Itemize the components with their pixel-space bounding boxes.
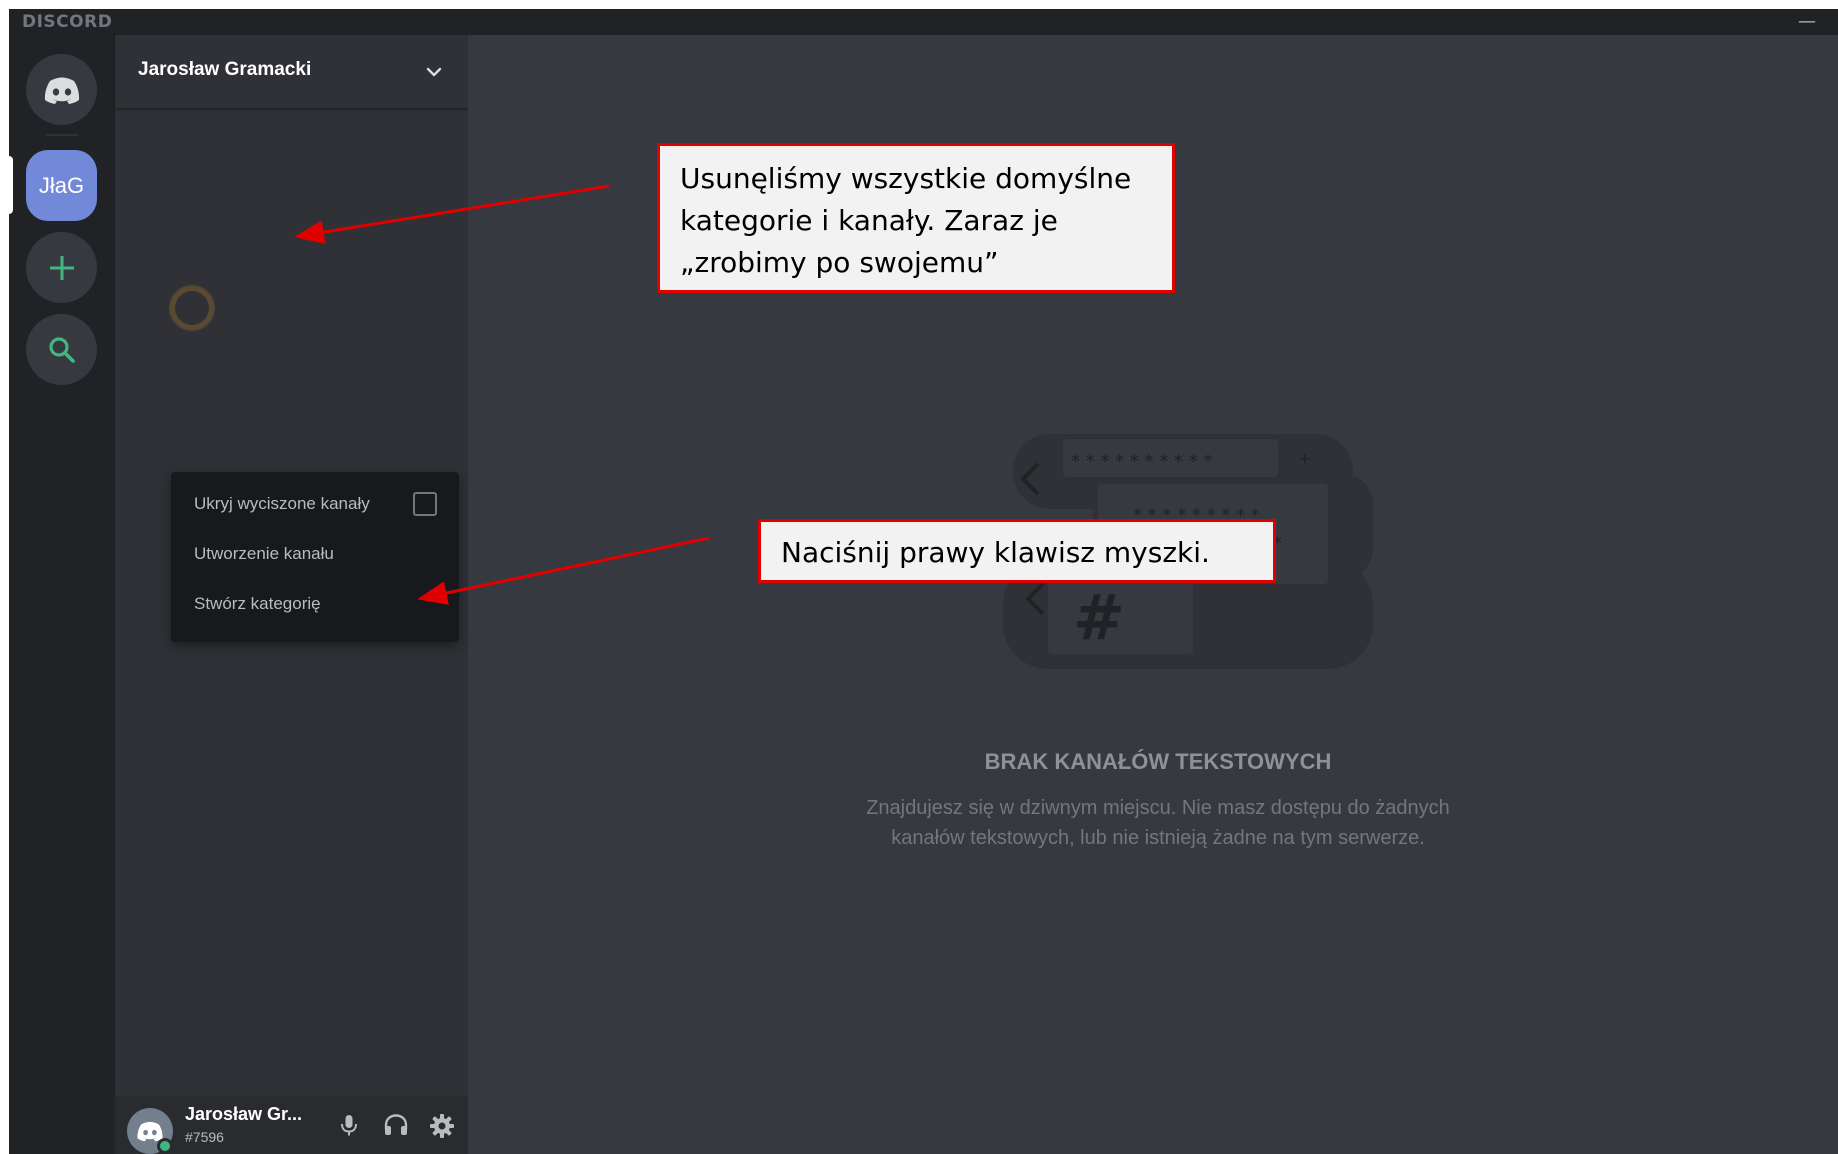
menu-item-create-category[interactable]: Stwórz kategorię (194, 594, 321, 614)
menu-item-hide-muted[interactable]: Ukryj wyciszone kanały (194, 494, 370, 514)
add-server-button[interactable] (26, 232, 97, 303)
server-icon-jlag[interactable]: JłaG (26, 150, 97, 221)
server-name: Jarosław Gramacki (138, 59, 312, 80)
callout-line-3: „zrobimy po swojemu” (680, 246, 999, 279)
menu-item-create-channel[interactable]: Utworzenie kanału (194, 544, 334, 564)
title-bar: DISCORD — (9, 9, 1838, 35)
callout-text: Naciśnij prawy klawisz myszki. (781, 536, 1210, 569)
svg-text:+: + (1298, 449, 1311, 468)
plus-icon (49, 255, 74, 280)
explore-servers-button[interactable] (26, 314, 97, 385)
svg-text:* * * * * * * * * *: * * * * * * * * * * (1071, 451, 1213, 472)
rail-separator (46, 134, 78, 136)
home-button[interactable] (26, 54, 97, 125)
active-server-indicator (9, 156, 13, 214)
callout-line-1: Usunęliśmy wszystkie domyślne (680, 162, 1132, 195)
user-panel: Jarosław Gr... #7596 (115, 1096, 468, 1154)
chevron-down-icon[interactable] (424, 62, 444, 82)
empty-state-line-1: Znajdujesz się w dziwnym miejscu. Nie ma… (866, 797, 1450, 819)
server-rail: JłaG (9, 35, 115, 1154)
discord-wordmark: DISCORD (22, 12, 113, 32)
context-menu: Ukryj wyciszone kanały Utworzenie kanału… (171, 472, 459, 642)
annotation-callout-deleted-channels: Usunęliśmy wszystkie domyślne kategorie … (657, 143, 1175, 293)
empty-state-line-2: kanałów tekstowych, lub nie istnieją żad… (891, 827, 1425, 849)
discord-logo-icon (44, 77, 79, 104)
magnifier-icon (48, 336, 75, 363)
callout-line-2: kategorie i kanały. Zaraz je (680, 204, 1058, 237)
headphones-icon[interactable] (383, 1113, 409, 1137)
hide-muted-checkbox[interactable] (413, 492, 437, 516)
minimize-button[interactable]: — (1798, 13, 1816, 31)
server-header[interactable]: Jarosław Gramacki (115, 35, 468, 109)
empty-state-title: BRAK KANAŁÓW TEKSTOWYCH (984, 749, 1332, 774)
loading-spinner (170, 286, 214, 330)
empty-state-description: Znajdujesz się w dziwnym miejscu. Nie ma… (468, 793, 1838, 853)
user-tag: #7596 (185, 1129, 224, 1145)
gear-icon[interactable] (429, 1113, 455, 1139)
channel-sidebar: Jarosław Gramacki Ukryj wyciszone kanały… (115, 35, 468, 1154)
microphone-icon[interactable] (337, 1113, 361, 1137)
online-status-indicator (157, 1138, 173, 1154)
svg-text:#: # (1073, 581, 1125, 654)
annotation-callout-right-click: Naciśnij prawy klawisz myszki. (758, 519, 1276, 583)
username: Jarosław Gr... (185, 1104, 303, 1124)
